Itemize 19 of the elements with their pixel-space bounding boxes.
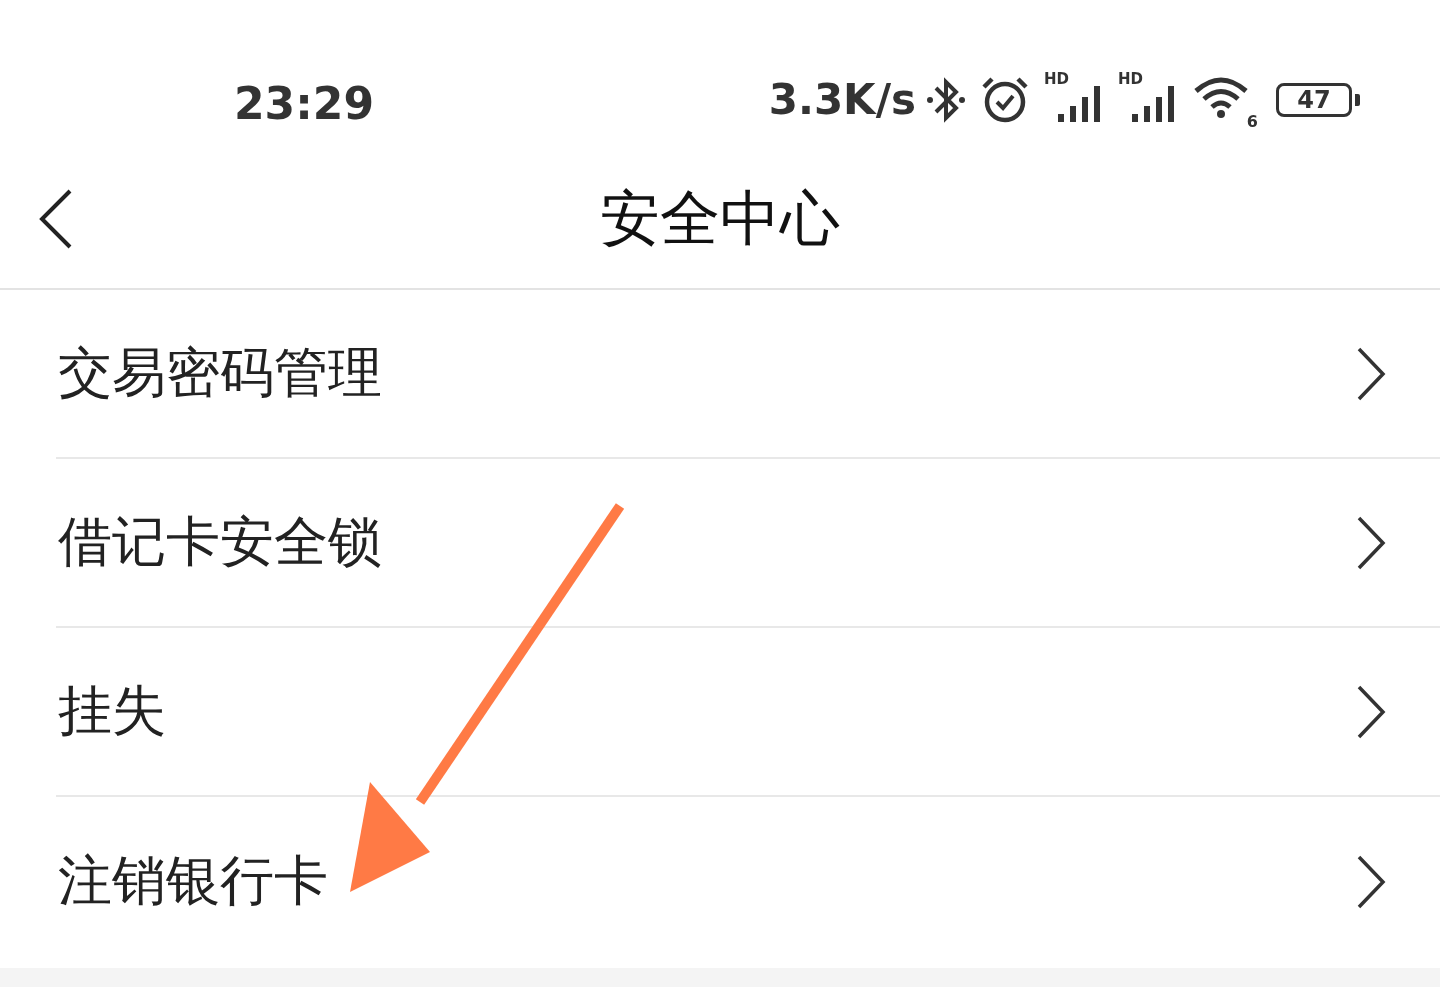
menu-item[interactable]: 借记卡安全锁 (56, 459, 1440, 628)
back-button[interactable] (38, 187, 74, 251)
hd-label: HD (1118, 70, 1143, 88)
menu-item[interactable]: 挂失 (56, 628, 1440, 797)
menu-item[interactable]: 交易密码管理 (56, 290, 1440, 459)
hd-label: HD (1044, 70, 1069, 88)
chevron-right-icon (1356, 514, 1386, 571)
network-speed: 3.3K/s (768, 79, 916, 121)
alarm-icon (980, 75, 1030, 125)
wifi-label: 6 (1246, 112, 1258, 131)
chevron-right-icon (1356, 345, 1386, 402)
battery-cap (1355, 94, 1360, 106)
page-title: 安全中心 (600, 181, 840, 255)
battery-percent: 47 (1297, 86, 1331, 114)
clock-time: 23:29 (234, 82, 375, 126)
chevron-right-icon (1356, 853, 1386, 910)
menu-item[interactable]: 注销银行卡 (56, 797, 1440, 966)
chevron-right-icon (1356, 683, 1386, 740)
back-icon (38, 187, 74, 251)
